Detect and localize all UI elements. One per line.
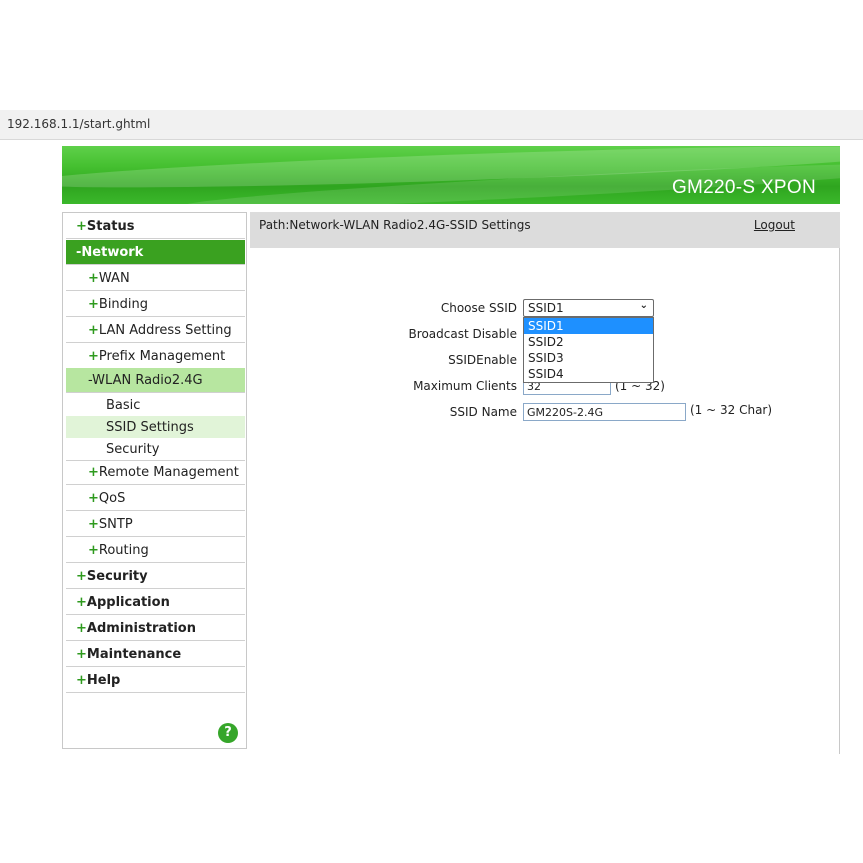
breadcrumb: Path:Network-WLAN Radio2.4G-SSID Setting… xyxy=(259,218,531,232)
sidebar-item-label: SNTP xyxy=(98,517,133,532)
sidebar-item-label: WLAN Radio2.4G xyxy=(92,373,203,388)
ssid-option[interactable]: SSID1 xyxy=(524,318,653,334)
sidebar-item-label: Prefix Management xyxy=(98,349,226,364)
address-bar[interactable]: 192.168.1.1/start.ghtml xyxy=(0,110,863,140)
sidebar-item-label: LAN Address Setting xyxy=(98,323,232,338)
expand-icon: + xyxy=(88,465,99,480)
sidebar-item-lan-address-setting[interactable]: +LAN Address Setting xyxy=(66,318,245,343)
expand-icon: + xyxy=(76,569,87,584)
expand-icon: + xyxy=(88,491,99,506)
sidebar-item-label: Help xyxy=(86,673,121,688)
ssid-option[interactable]: SSID4 xyxy=(524,366,653,382)
ssid-select[interactable]: SSID1 ⌄ xyxy=(523,299,654,317)
sidebar-item-sntp[interactable]: +SNTP xyxy=(66,512,245,537)
sidebar-item-label: Application xyxy=(86,595,170,610)
device-model-title: GM220-S XPON xyxy=(671,177,816,198)
sidebar-item-ssid-settings[interactable]: SSID Settings xyxy=(66,416,245,438)
header-banner: GM220-S XPON xyxy=(62,146,840,204)
ssid-select-value: SSID1 xyxy=(528,301,564,315)
sidebar-item-label: Maintenance xyxy=(86,647,182,662)
sidebar-item-routing[interactable]: +Routing xyxy=(66,538,245,563)
sidebar-item-label: Routing xyxy=(98,543,149,558)
sidebar-item-security[interactable]: +Security xyxy=(66,564,245,589)
sidebar-item-network[interactable]: -Network xyxy=(66,240,245,265)
ssid-option[interactable]: SSID3 xyxy=(524,350,653,366)
sidebar-item-remote-management[interactable]: +Remote Management xyxy=(66,460,245,485)
ssid-name-input[interactable] xyxy=(523,403,686,421)
sidebar-item-label: Remote Management xyxy=(98,465,239,480)
logout-link[interactable]: Logout xyxy=(754,218,795,232)
ssid-enable-label: SSIDEnable xyxy=(448,353,517,367)
expand-icon: + xyxy=(76,647,87,662)
expand-icon: + xyxy=(88,543,99,558)
sidebar-item-prefix-management[interactable]: +Prefix Management xyxy=(66,344,245,369)
ssid-name-label: SSID Name xyxy=(449,405,517,419)
sidebar-item-label: Binding xyxy=(98,297,149,312)
sidebar-item-security-wlan[interactable]: Security xyxy=(66,437,245,461)
content-frame xyxy=(247,212,840,754)
sidebar-item-wan[interactable]: +WAN xyxy=(66,266,245,291)
sidebar-item-status[interactable]: +Status xyxy=(66,214,245,239)
sidebar-item-label: WAN xyxy=(98,271,130,286)
sidebar-item-label: Network xyxy=(81,245,144,260)
expand-icon: + xyxy=(76,595,87,610)
sidebar-nav: +Status -Network +WAN +Binding +LAN Addr… xyxy=(62,212,247,749)
sidebar-item-administration[interactable]: +Administration xyxy=(66,616,245,641)
chevron-down-icon: ⌄ xyxy=(639,300,648,311)
expand-icon: + xyxy=(76,621,87,636)
expand-icon: + xyxy=(76,673,87,688)
sidebar-item-application[interactable]: +Application xyxy=(66,590,245,615)
expand-icon: + xyxy=(88,349,99,364)
ssid-name-length-note: (1 ~ 32 Char) xyxy=(690,403,773,417)
sidebar-item-binding[interactable]: +Binding xyxy=(66,292,245,317)
max-clients-label: Maximum Clients xyxy=(413,379,517,393)
sidebar-item-label: Security xyxy=(106,442,160,457)
sidebar-item-label: Status xyxy=(86,219,135,234)
sidebar-item-label: SSID Settings xyxy=(106,420,194,435)
expand-icon: + xyxy=(88,271,99,286)
choose-ssid-label: Choose SSID xyxy=(440,301,517,315)
expand-icon: + xyxy=(88,517,99,532)
sidebar-item-qos[interactable]: +QoS xyxy=(66,486,245,511)
expand-icon: + xyxy=(76,219,87,234)
broadcast-disable-label: Broadcast Disable xyxy=(408,327,517,341)
help-icon[interactable]: ? xyxy=(218,723,238,743)
sidebar-item-label: QoS xyxy=(98,491,126,506)
sidebar-item-maintenance[interactable]: +Maintenance xyxy=(66,642,245,667)
sidebar-item-label: Administration xyxy=(86,621,196,636)
sidebar-item-label: Security xyxy=(86,569,148,584)
ssid-dropdown-list: SSID1 SSID2 SSID3 SSID4 xyxy=(523,317,654,383)
sidebar-item-basic[interactable]: Basic xyxy=(66,393,245,418)
sidebar-item-help[interactable]: +Help xyxy=(66,668,245,693)
expand-icon: + xyxy=(88,297,99,312)
sidebar-item-wlan-radio[interactable]: -WLAN Radio2.4G xyxy=(66,368,245,393)
sidebar-item-label: Basic xyxy=(106,398,141,413)
ssid-option[interactable]: SSID2 xyxy=(524,334,653,350)
expand-icon: + xyxy=(88,323,99,338)
breadcrumb-bar: Path:Network-WLAN Radio2.4G-SSID Setting… xyxy=(250,212,840,248)
